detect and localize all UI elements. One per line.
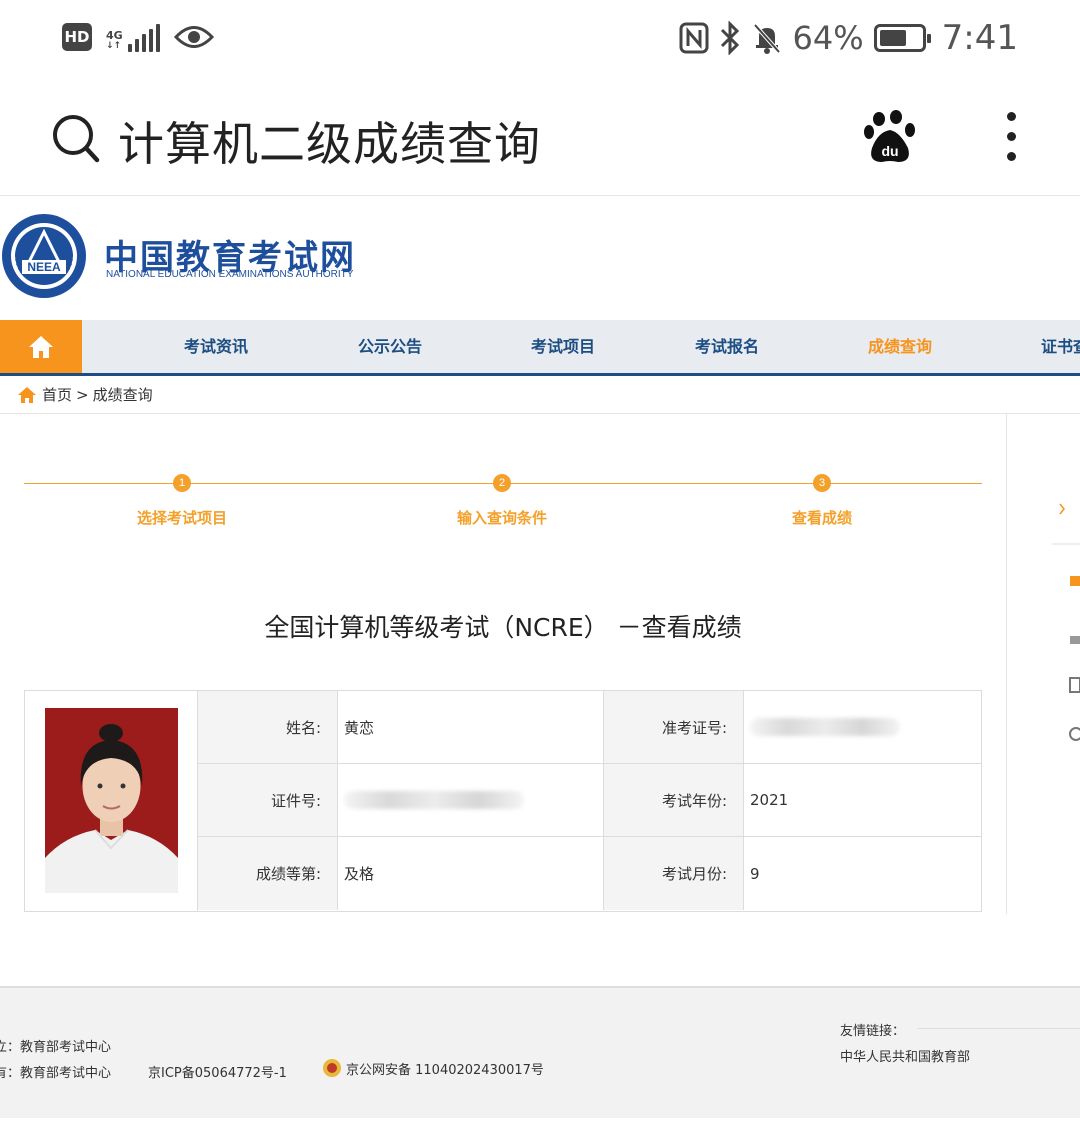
page-title: 全国计算机等级考试（NCRE） －查看成绩	[264, 613, 742, 642]
ticket-value-redacted	[744, 691, 981, 764]
network-type: 4G	[106, 29, 123, 42]
police-badge-icon	[323, 1059, 341, 1077]
score-result-table: 姓名: 黄恋 准考证号: 证件号: 考试年份: 2021 成绩等第: 及格 考试…	[24, 690, 982, 912]
footer-icp-link[interactable]: 京ICP备05064772号-1	[148, 1062, 287, 1081]
main-nav: 考试资讯 公示公告 考试项目 考试报名 成绩查询 证书查	[0, 320, 1080, 376]
baidu-paw-icon[interactable]: du	[864, 110, 916, 164]
bluetooth-icon	[720, 21, 739, 55]
footer: 立：教育部考试中心 有：教育部考试中心 京ICP备05064772号-1 京公网…	[0, 986, 1080, 1118]
emblem-text: NEEA	[27, 260, 61, 274]
eye-icon	[173, 26, 214, 48]
friendly-links-divider	[918, 1028, 1080, 1029]
site-header: NEEA 中国教育考试网 NATIONAL EDUCATION EXAMINAT…	[0, 196, 1080, 320]
ticket-label: 准考证号:	[604, 691, 744, 764]
status-bar: HD 4G ↓↑ 64% 7:41	[0, 0, 1080, 84]
battery-percent: 64%	[792, 19, 864, 57]
nav-item-score-query[interactable]: 成绩查询	[868, 320, 932, 373]
step-1-number: 1	[173, 474, 191, 492]
grade-value: 及格	[338, 837, 604, 910]
battery-icon	[873, 24, 931, 52]
home-icon	[29, 335, 53, 358]
nav-item-announcements[interactable]: 公示公告	[358, 320, 422, 373]
signal-icon: 4G ↓↑	[106, 22, 160, 52]
friendly-links-title: 友情链接：	[840, 1024, 906, 1039]
search-query[interactable]: 计算机二级成绩查询	[118, 108, 541, 174]
browser-search-bar[interactable]: 计算机二级成绩查询 du	[0, 84, 1080, 196]
breadcrumb: 首页 > 成绩查询	[0, 376, 1080, 414]
year-value: 2021	[744, 764, 981, 837]
footer-police-record[interactable]: 京公网安备 11040202430017号	[322, 1058, 544, 1078]
breadcrumb-home-link[interactable]: 首页	[42, 384, 72, 405]
month-value: 9	[750, 864, 760, 883]
step-1-label: 选择考试项目	[136, 509, 227, 527]
step-3: 3 查看成绩	[722, 474, 922, 528]
more-menu-icon[interactable]	[1000, 112, 1022, 166]
bell-muted-icon	[753, 23, 781, 54]
moe-link[interactable]: 中华人民共和国教育部	[840, 1046, 970, 1065]
step-2-number: 2	[493, 474, 511, 492]
nav-item-exam-projects[interactable]: 考试项目	[531, 320, 595, 373]
nav-item-registration[interactable]: 考试报名	[695, 320, 759, 373]
id-value-redacted	[338, 764, 604, 837]
step-3-number: 3	[813, 474, 831, 492]
status-right: 64% 7:41	[679, 18, 1018, 58]
id-label: 证件号:	[198, 764, 338, 837]
police-record-text[interactable]: 京公网安备 11040202430017号	[346, 1059, 544, 1078]
neea-logo-icon: NEEA	[2, 214, 86, 298]
month-label: 考试月份:	[604, 837, 744, 910]
footer-host: 立：教育部考试中心	[0, 1040, 112, 1055]
hd-badge: HD	[62, 23, 92, 51]
step-2: 2 输入查询条件	[402, 474, 602, 528]
status-left: HD 4G ↓↑	[62, 22, 214, 52]
name-value: 黄恋	[338, 691, 604, 764]
name-label: 姓名:	[198, 691, 338, 764]
search-icon[interactable]	[52, 114, 100, 164]
svg-text:du: du	[881, 143, 898, 159]
site-name-en: NATIONAL EDUCATION EXAMINATIONS AUTHORIT…	[106, 269, 354, 280]
breadcrumb-current: 成绩查询	[92, 386, 153, 404]
right-sidebar-partial	[1050, 500, 1080, 760]
step-1: 1 选择考试项目	[82, 474, 282, 528]
breadcrumb-separator: >	[76, 385, 89, 404]
grade-label: 成绩等第:	[198, 837, 338, 910]
bottom-spacer	[0, 1118, 1080, 1148]
year-label: 考试年份:	[604, 764, 744, 837]
footer-copyright: 有：教育部考试中心	[0, 1066, 112, 1081]
nav-item-exam-news[interactable]: 考试资讯	[184, 320, 248, 373]
step-2-label: 输入查询条件	[456, 509, 547, 527]
nfc-icon	[679, 22, 709, 54]
breadcrumb-home-icon	[18, 386, 36, 403]
nav-item-certificate[interactable]: 证书查	[1041, 320, 1080, 373]
candidate-photo	[45, 708, 178, 893]
photo-cell	[25, 691, 198, 911]
nav-home-button[interactable]	[0, 320, 82, 373]
step-3-label: 查看成绩	[791, 509, 852, 527]
clock: 7:41	[941, 18, 1018, 58]
sidebar-divider	[1006, 414, 1007, 914]
result-grid: 姓名: 黄恋 准考证号: 证件号: 考试年份: 2021 成绩等第: 及格 考试…	[198, 691, 981, 911]
